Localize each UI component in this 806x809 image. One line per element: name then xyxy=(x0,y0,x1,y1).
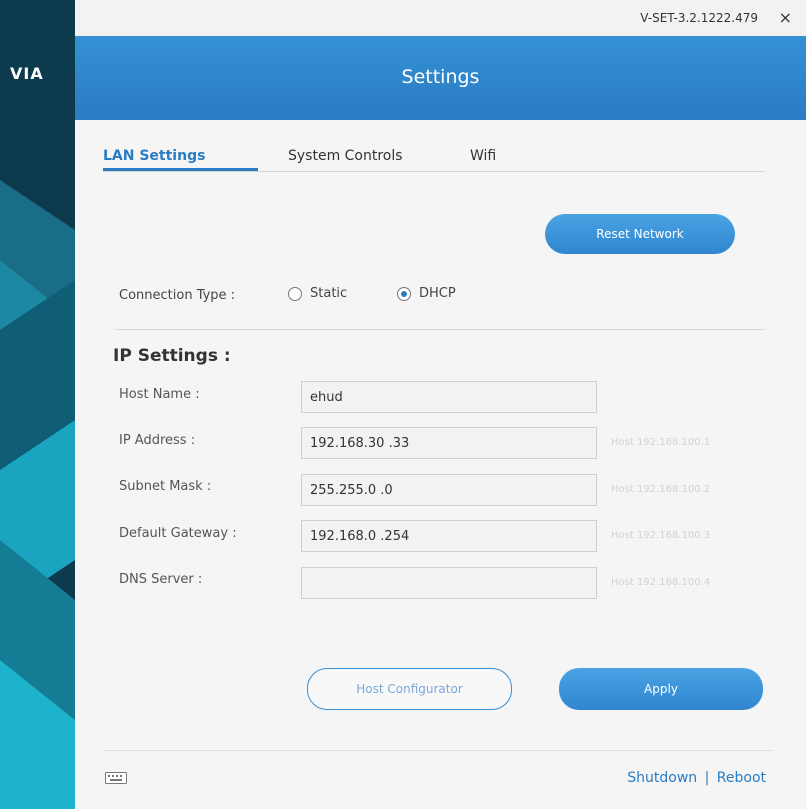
subnet-mask-input[interactable] xyxy=(301,474,597,506)
shutdown-link[interactable]: Shutdown xyxy=(627,770,697,786)
radio-static[interactable]: Static xyxy=(288,286,347,301)
footer-separator: | xyxy=(704,770,710,786)
radio-static-label: Static xyxy=(310,286,348,301)
reboot-link[interactable]: Reboot xyxy=(717,770,766,786)
connection-type-label: Connection Type : xyxy=(119,288,236,303)
radio-static-circle[interactable] xyxy=(288,286,302,301)
ip-address-label: IP Address : xyxy=(119,433,196,448)
tab-system-controls[interactable]: System Controls xyxy=(288,148,403,164)
keyboard-icon[interactable] xyxy=(105,772,127,784)
footer-links: Shutdown | Reboot xyxy=(627,770,766,786)
apply-button[interactable]: Apply xyxy=(559,668,763,710)
title-bar: V-SET-3.2.1222.479 × xyxy=(75,0,806,36)
settings-header: Settings xyxy=(75,36,806,120)
radio-dhcp[interactable]: DHCP xyxy=(397,286,456,301)
host-name-label: Host Name : xyxy=(119,387,200,402)
host-configurator-button[interactable]: Host Configurator xyxy=(307,668,512,710)
tab-divider xyxy=(103,171,765,172)
section-divider xyxy=(115,329,765,330)
host-name-input[interactable] xyxy=(301,381,597,413)
radio-dhcp-circle[interactable] xyxy=(397,286,411,301)
page-title: Settings xyxy=(401,66,480,88)
radio-dhcp-label: DHCP xyxy=(419,286,456,301)
tab-wifi[interactable]: Wifi xyxy=(470,148,496,164)
subnet-mask-label: Subnet Mask : xyxy=(119,479,212,494)
subnet-mask-hint: Host 192.168.100.2 xyxy=(611,484,711,495)
dns-server-hint: Host 192.168.100.4 xyxy=(611,577,711,588)
tab-lan-settings[interactable]: LAN Settings xyxy=(103,148,205,164)
sidebar-background-art xyxy=(0,180,75,809)
dns-server-input[interactable] xyxy=(301,567,597,599)
ip-settings-title: IP Settings : xyxy=(113,346,231,366)
dns-server-label: DNS Server : xyxy=(119,572,203,587)
default-gateway-label: Default Gateway : xyxy=(119,526,237,541)
reset-network-button[interactable]: Reset Network xyxy=(545,214,735,254)
via-logo: VIA xyxy=(10,64,44,83)
settings-window: V-SET-3.2.1222.479 × Settings LAN Settin… xyxy=(75,0,806,809)
ip-address-input[interactable] xyxy=(301,427,597,459)
ip-address-hint: Host 192.168.100.1 xyxy=(611,437,711,448)
default-gateway-input[interactable] xyxy=(301,520,597,552)
close-icon[interactable]: × xyxy=(779,8,792,27)
version-label: V-SET-3.2.1222.479 xyxy=(640,11,758,25)
desktop-sidebar: VIA xyxy=(0,0,75,809)
footer-divider xyxy=(103,750,773,751)
default-gateway-hint: Host 192.168.100.3 xyxy=(611,530,711,541)
